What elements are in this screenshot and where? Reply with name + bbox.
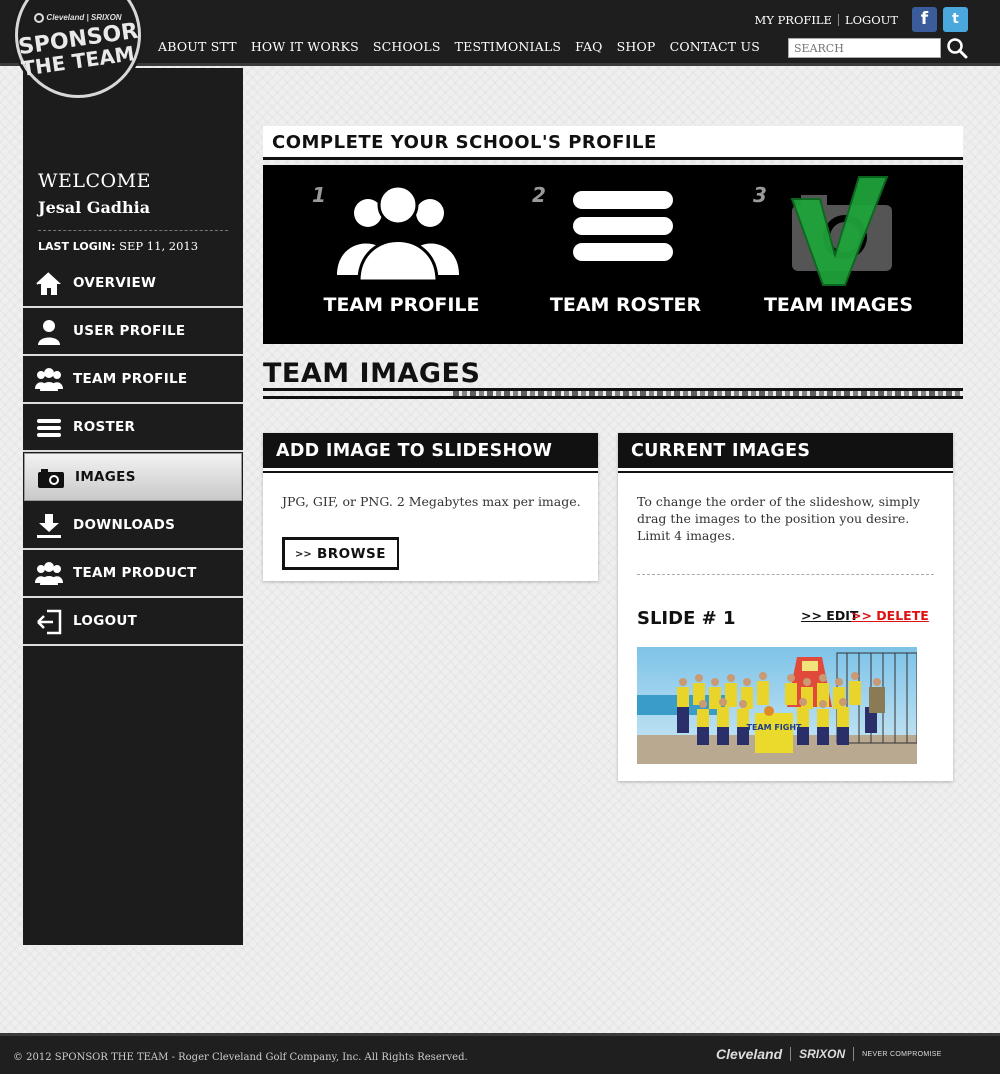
divider: [837, 14, 839, 26]
last-login-label: LAST LOGIN:: [38, 240, 116, 253]
step-number: 1: [312, 183, 326, 207]
logo-brand-left: Cleveland: [46, 13, 85, 23]
banner-text: TEAM FIGHT: [746, 723, 802, 732]
camera-checkmark-icon: [790, 176, 892, 286]
user-icon: [38, 320, 60, 345]
arrow-icon: >>: [295, 549, 312, 560]
user-name: Jesal Gadhia: [38, 198, 151, 217]
team-icon: [35, 368, 63, 391]
nav-about-stt[interactable]: ABOUT STT: [158, 39, 237, 54]
top-header: ABOUT STT HOW IT WORKS SCHOOLS TESTIMONI…: [0, 0, 1000, 66]
step-team-profile[interactable]: 1 TEAM PROFILE: [263, 165, 496, 344]
current-images-panel: CURRENT IMAGES To change the order of th…: [618, 433, 953, 781]
sidebar-item-user-profile[interactable]: USER PROFILE: [23, 308, 243, 356]
copyright: © 2012 SPONSOR THE TEAM - Roger Clevelan…: [13, 1052, 468, 1063]
step-team-roster[interactable]: 2 TEAM ROSTER: [496, 165, 729, 344]
nav-shop[interactable]: SHOP: [617, 39, 656, 54]
srixon-logo[interactable]: SRIXON: [799, 1047, 845, 1061]
step-label: TEAM IMAGES: [763, 294, 914, 316]
step-label: TEAM PROFILE: [323, 294, 480, 316]
slide-label: SLIDE # 1: [637, 608, 736, 629]
my-profile-link[interactable]: MY PROFILE: [755, 13, 832, 27]
home-icon: [36, 272, 61, 295]
sidebar-item-label: USER PROFILE: [73, 323, 186, 339]
last-login: LAST LOGIN: SEP 11, 2013: [38, 230, 228, 253]
last-login-value: SEP 11, 2013: [119, 239, 199, 253]
welcome-heading: WELCOME: [38, 170, 151, 192]
step-number: 3: [753, 183, 767, 207]
sidebar-item-label: DOWNLOADS: [73, 517, 176, 533]
search-icon[interactable]: [946, 37, 968, 59]
footer: © 2012 SPONSOR THE TEAM - Roger Clevelan…: [0, 1033, 1000, 1074]
logout-link[interactable]: LOGOUT: [845, 13, 898, 27]
step-team-images[interactable]: 3 TEAM IMAGES: [729, 165, 962, 344]
browse-label: BROWSE: [317, 546, 386, 562]
sidebar-item-label: LOGOUT: [73, 613, 138, 629]
footer-brands: Cleveland SRIXON NEVER COMPROMISE: [716, 1046, 942, 1062]
list-icon: [37, 419, 61, 437]
cleveland-c-icon: [34, 13, 45, 23]
team-icon: [337, 184, 459, 281]
account-links: MY PROFILE LOGOUT: [755, 13, 898, 27]
never-compromise-logo[interactable]: NEVER COMPROMISE: [862, 1051, 941, 1058]
current-images-panel-title: CURRENT IMAGES: [618, 433, 953, 471]
add-image-panel-title: ADD IMAGE TO SLIDESHOW: [263, 433, 598, 471]
logout-icon: [37, 609, 62, 635]
profile-steps: 1 TEAM PROFILE 2 TEAM ROSTER 3 TEAM IMAG…: [263, 165, 963, 344]
step-number: 2: [532, 183, 546, 207]
browse-button[interactable]: >> BROWSE: [282, 537, 399, 570]
sidebar-item-label: TEAM PRODUCT: [73, 565, 197, 581]
search-input[interactable]: [788, 38, 941, 58]
nav-schools[interactable]: SCHOOLS: [373, 39, 441, 54]
step-label: TEAM ROSTER: [549, 294, 702, 316]
sidebar-menu: OVERVIEW USER PROFILE TEAM PROFILE ROSTE…: [23, 260, 243, 646]
twitter-icon[interactable]: t: [943, 7, 968, 32]
profile-steps-title: COMPLETE YOUR SCHOOL'S PROFILE: [263, 126, 963, 160]
add-image-panel: ADD IMAGE TO SLIDESHOW JPG, GIF, or PNG.…: [263, 433, 598, 581]
team-photo: TEAM FIGHT: [637, 647, 917, 764]
sidebar-item-roster[interactable]: ROSTER: [23, 404, 243, 452]
slide-image[interactable]: TEAM FIGHT: [637, 647, 917, 764]
nav-testimonials[interactable]: TESTIMONIALS: [455, 39, 562, 54]
nav-how-it-works[interactable]: HOW IT WORKS: [251, 39, 359, 54]
sidebar-item-logout[interactable]: LOGOUT: [23, 598, 243, 646]
edit-slide-link[interactable]: >> EDIT: [801, 608, 858, 623]
sidebar-item-overview[interactable]: OVERVIEW: [23, 260, 243, 308]
facebook-icon[interactable]: f: [912, 7, 937, 32]
sidebar-item-label: TEAM PROFILE: [73, 371, 188, 387]
team-icon: [35, 562, 63, 585]
upload-help-text: JPG, GIF, or PNG. 2 Megabytes max per im…: [282, 494, 581, 509]
sidebar-item-label: IMAGES: [75, 469, 136, 485]
nav-faq[interactable]: FAQ: [575, 39, 602, 54]
title-rule: [263, 388, 963, 400]
cleveland-golf-logo[interactable]: Cleveland: [716, 1046, 782, 1062]
sidebar: WELCOME Jesal Gadhia LAST LOGIN: SEP 11,…: [23, 68, 243, 945]
page-title: TEAM IMAGES: [263, 358, 481, 389]
sidebar-item-label: ROSTER: [73, 419, 136, 435]
slideshow-help-text: To change the order of the slideshow, si…: [637, 494, 920, 543]
sidebar-item-team-product[interactable]: TEAM PRODUCT: [23, 550, 243, 598]
delete-slide-link[interactable]: >> DELETE: [851, 608, 929, 623]
divider: [637, 574, 934, 575]
sidebar-item-images[interactable]: IMAGES: [24, 453, 242, 501]
nav-contact-us[interactable]: CONTACT US: [670, 39, 760, 54]
camera-icon: [38, 469, 64, 488]
sidebar-item-label: OVERVIEW: [73, 275, 157, 291]
main-nav: ABOUT STT HOW IT WORKS SCHOOLS TESTIMONI…: [158, 39, 760, 54]
download-icon: [37, 514, 61, 538]
sidebar-item-downloads[interactable]: DOWNLOADS: [23, 502, 243, 550]
list-icon: [573, 191, 673, 261]
sidebar-item-team-profile[interactable]: TEAM PROFILE: [23, 356, 243, 404]
